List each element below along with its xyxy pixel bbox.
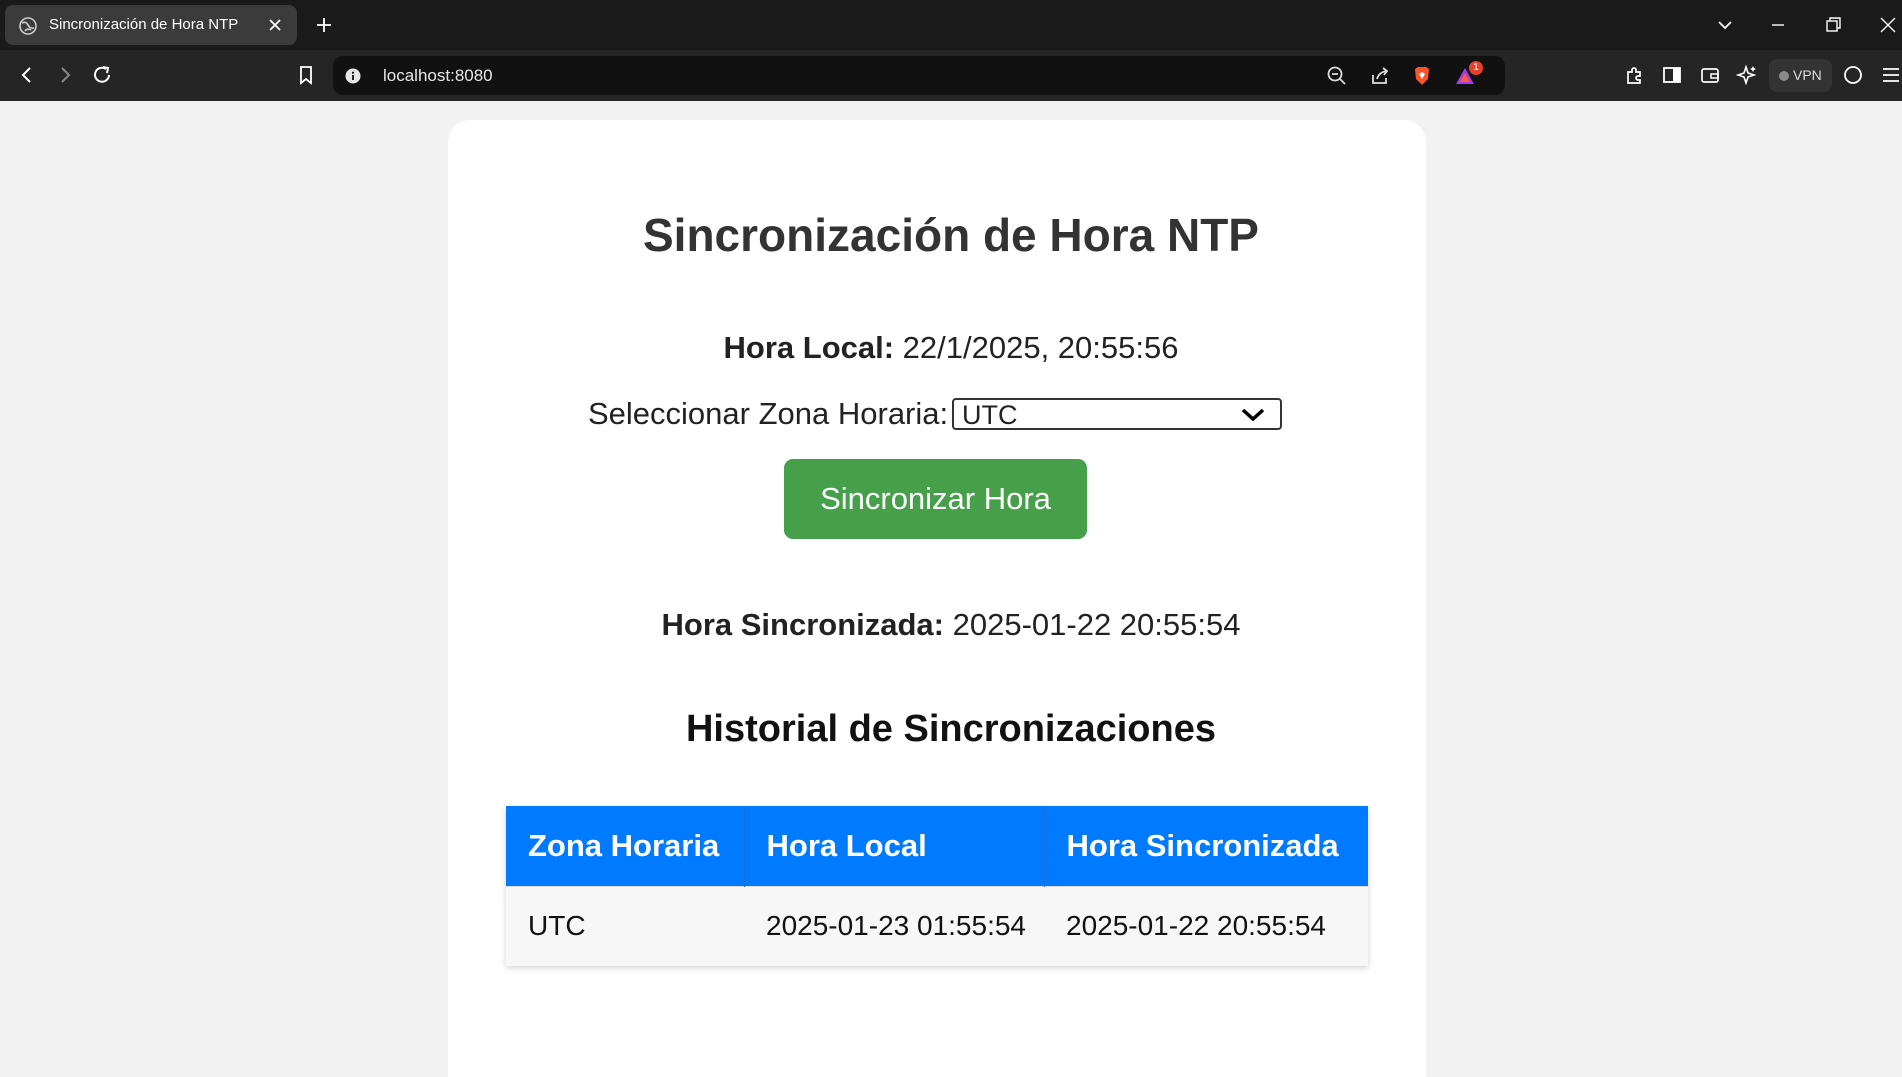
vpn-status-dot [1779, 71, 1789, 81]
plus-icon[interactable] [314, 15, 334, 35]
close-icon[interactable] [267, 17, 283, 33]
zoom-icon[interactable] [1326, 65, 1348, 87]
rewards-badge: 1 [1469, 61, 1483, 75]
local-time-display: Hora Local: 22/1/2025, 20:55:56 [0, 330, 1902, 366]
local-time-label: Hora Local: [723, 330, 895, 365]
info-icon[interactable] [345, 68, 361, 84]
timezone-label: Seleccionar Zona Horaria: [588, 396, 949, 431]
tab-title: Sincronización de Hora NTP [49, 16, 239, 33]
bookmark-icon[interactable] [295, 64, 317, 86]
brave-shield-icon[interactable] [1411, 65, 1433, 87]
theme-icon[interactable] [1842, 64, 1864, 86]
table-cell: 2025-01-22 20:55:54 [1044, 885, 1368, 966]
chevron-down-icon[interactable] [1715, 15, 1735, 35]
url-text: localhost:8080 [383, 66, 493, 85]
vpn-button[interactable]: VPN [1769, 59, 1832, 92]
chevron-down-icon [1241, 408, 1265, 422]
column-header-local-time: Hora Local [744, 806, 1045, 886]
timezone-select[interactable]: UTC [952, 398, 1282, 430]
synced-time-value: 2025-01-22 20:55:54 [952, 607, 1241, 642]
vpn-label: VPN [1793, 67, 1822, 83]
sidebar-icon[interactable] [1661, 64, 1683, 86]
tab-bar: Sincronización de Hora NTP [0, 0, 1902, 50]
page-title: Sincronización de Hora NTP [643, 209, 1259, 261]
table-cell: UTC [506, 885, 744, 966]
close-window-icon[interactable] [1878, 15, 1898, 35]
globe-icon [19, 17, 37, 35]
share-icon[interactable] [1369, 65, 1391, 87]
restore-icon[interactable] [1823, 15, 1843, 35]
reload-icon[interactable] [91, 64, 113, 86]
table-cell: 2025-01-23 01:55:54 [744, 885, 1044, 966]
history-table: Zona Horaria Hora Local Hora Sincronizad… [506, 806, 1368, 966]
leo-ai-icon[interactable] [1736, 64, 1758, 86]
browser-tab[interactable]: Sincronización de Hora NTP [5, 5, 297, 45]
synced-time-display: Hora Sincronizada: 2025-01-22 20:55:54 [0, 607, 1902, 643]
local-time-value: 22/1/2025, 20:55:56 [902, 330, 1179, 365]
back-icon[interactable] [16, 64, 38, 86]
column-header-timezone: Zona Horaria [506, 806, 745, 886]
table-header-row: Zona Horaria Hora Local Hora Sincronizad… [506, 806, 1368, 886]
browser-toolbar: localhost:8080 1 VPN [0, 50, 1902, 101]
address-bar[interactable]: localhost:8080 1 [333, 56, 1505, 95]
minimize-icon[interactable] [1768, 15, 1788, 35]
extensions-icon[interactable] [1623, 64, 1645, 86]
column-header-synced-time: Hora Sincronizada [1044, 806, 1368, 886]
history-title: Historial de Sincronizaciones [685, 708, 1217, 750]
menu-icon[interactable] [1880, 64, 1902, 86]
synced-time-label: Hora Sincronizada: [661, 607, 945, 642]
forward-icon[interactable] [54, 64, 76, 86]
table-row: UTC 2025-01-23 01:55:54 2025-01-22 20:55… [506, 885, 1368, 966]
timezone-selected-value: UTC [962, 400, 1018, 430]
wallet-icon[interactable] [1699, 64, 1721, 86]
sync-time-button[interactable]: Sincronizar Hora [784, 459, 1087, 539]
